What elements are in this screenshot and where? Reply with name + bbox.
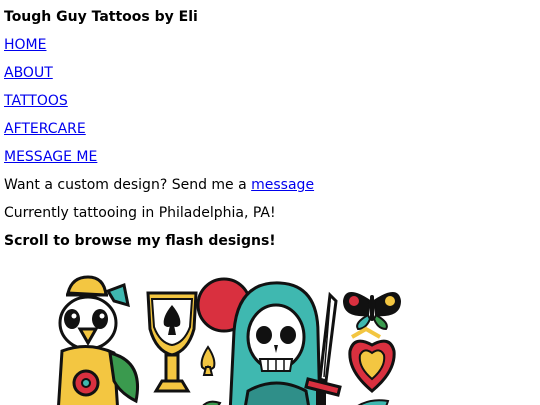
nav-link-tattoos[interactable]: TATTOOS	[4, 93, 68, 110]
duck-illustration	[57, 275, 139, 405]
teal-leaf-illustration	[357, 399, 390, 405]
page-content: Tough Guy Tattoos by Eli HOME ABOUT TATT…	[0, 9, 540, 250]
butterfly-illustration	[342, 292, 402, 331]
scroll-hint: Scroll to browse my flash designs!	[4, 233, 276, 249]
sacred-heart-illustration	[348, 326, 396, 393]
message-link[interactable]: message	[251, 177, 314, 193]
custom-design-prefix: Want a custom design? Send me a	[4, 177, 252, 193]
custom-design-text: Want a custom design? Send me a message	[4, 177, 536, 194]
nav-link-aftercare[interactable]: AFTERCARE	[4, 121, 86, 138]
nav-link-home[interactable]: HOME	[4, 37, 46, 54]
location-text: Currently tattooing in Philadelphia, PA!	[4, 205, 276, 221]
main-nav: HOME ABOUT TATTOOS AFTERCARE MESSAGE ME	[4, 37, 536, 166]
nav-link-message-me[interactable]: MESSAGE ME	[4, 149, 97, 166]
flash-designs-image	[48, 271, 408, 405]
nav-link-about[interactable]: ABOUT	[4, 65, 53, 82]
site-title: Tough Guy Tattoos by Eli	[4, 9, 198, 25]
